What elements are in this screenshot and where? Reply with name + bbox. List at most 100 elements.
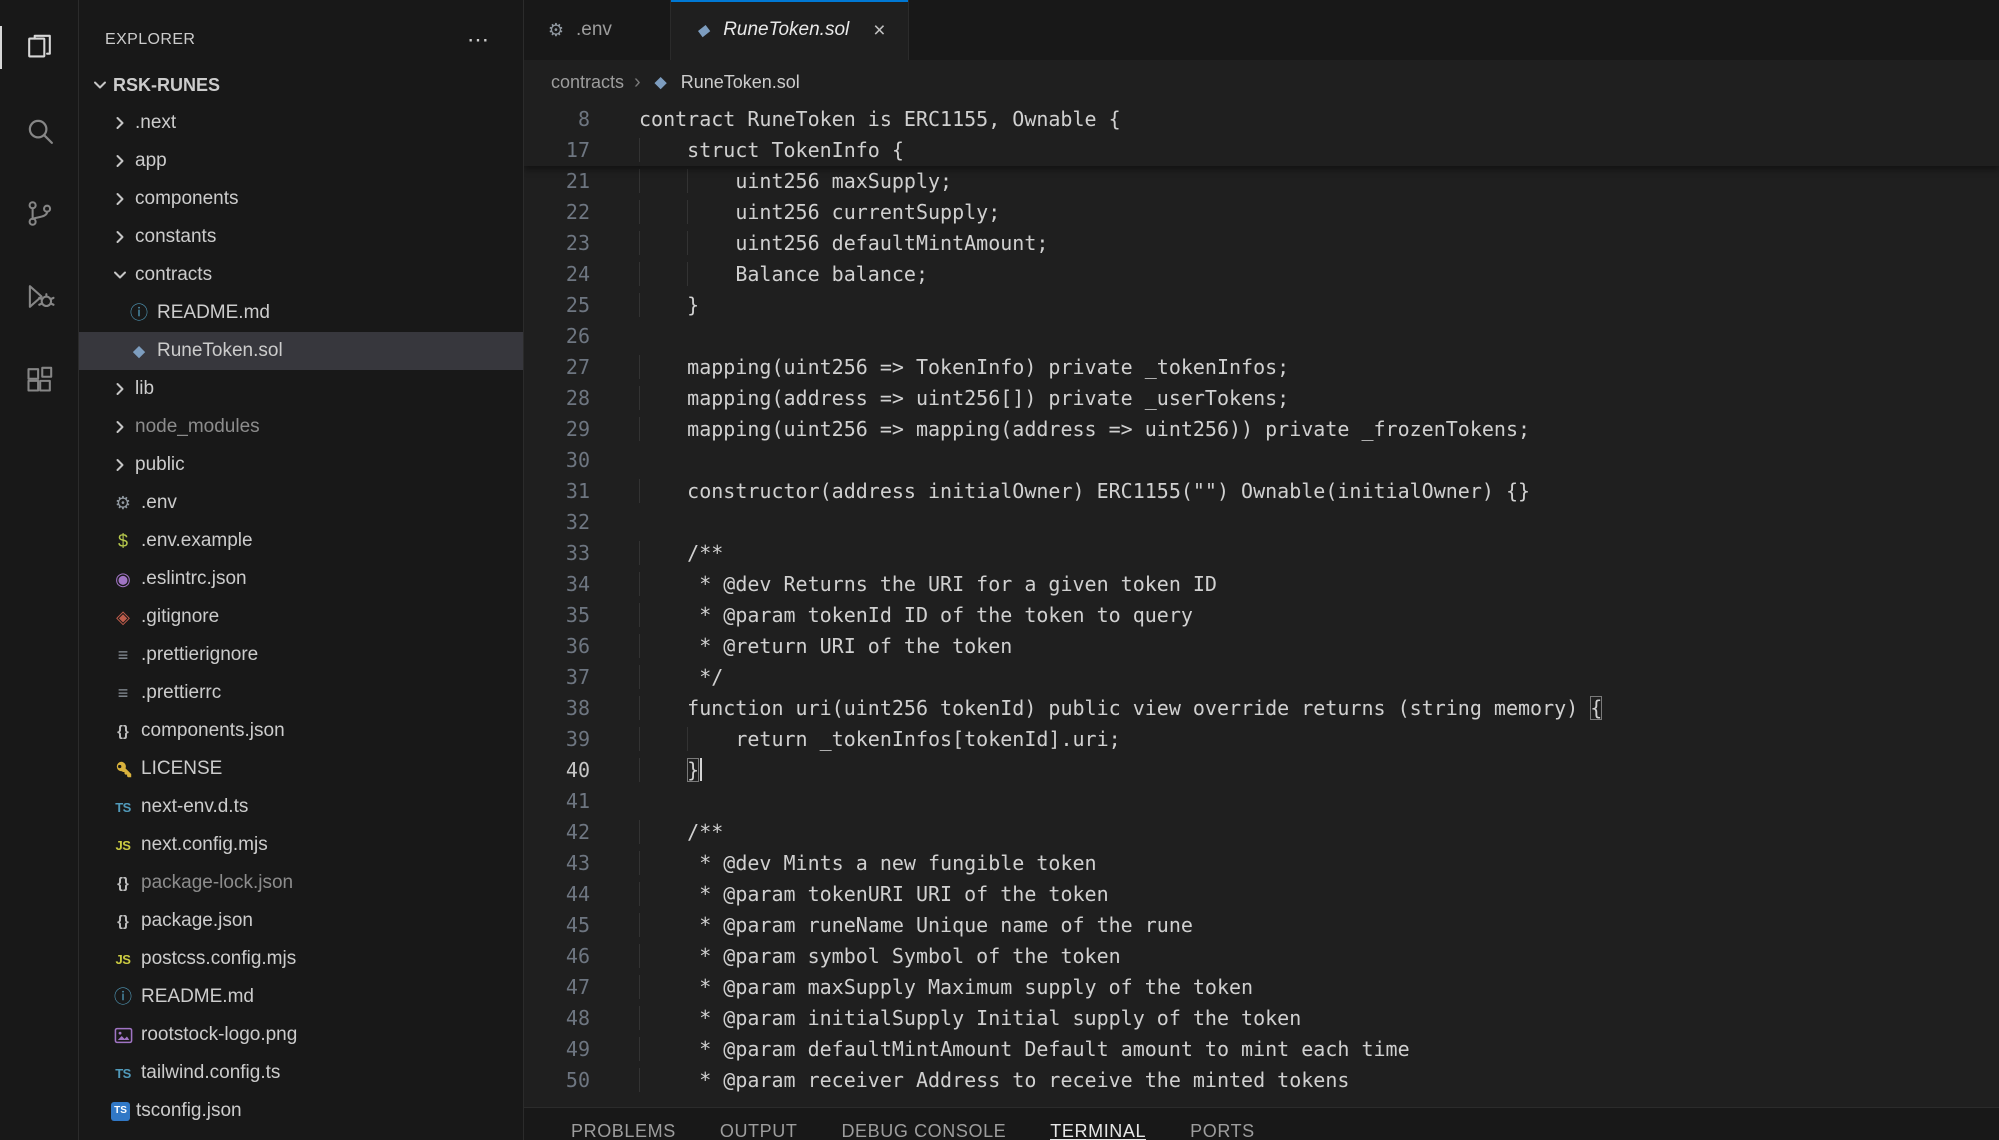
tree-item-license[interactable]: LICENSE: [79, 750, 523, 788]
code-line[interactable]: 25 }: [524, 290, 1999, 321]
code-line[interactable]: 45 * @param runeName Unique name of the …: [524, 910, 1999, 941]
code-line[interactable]: 47 * @param maxSupply Maximum supply of …: [524, 972, 1999, 1003]
panel-tab-problems[interactable]: PROBLEMS: [571, 1121, 676, 1140]
search-icon[interactable]: [0, 89, 79, 172]
code-line[interactable]: 39 return _tokenInfos[tokenId].uri;: [524, 724, 1999, 755]
explorer-icon[interactable]: [0, 6, 79, 89]
breadcrumb-item[interactable]: contracts: [551, 72, 624, 93]
tree-item-tsconfig-json[interactable]: TStsconfig.json: [79, 1092, 523, 1130]
chevron-right-icon: [109, 112, 131, 134]
tree-item-readme-md[interactable]: ⓘREADME.md: [79, 978, 523, 1016]
close-icon[interactable]: ×: [873, 20, 885, 41]
code-line[interactable]: 34 * @dev Returns the URI for a given to…: [524, 569, 1999, 600]
code-line[interactable]: 36 * @return URI of the token: [524, 631, 1999, 662]
file-label: .gitignore: [141, 606, 219, 628]
chevron-down-icon: [109, 264, 131, 286]
line-number: 41: [524, 786, 590, 817]
tab-env[interactable]: ⚙.env×: [524, 0, 671, 60]
code-line[interactable]: 31 constructor(address initialOwner) ERC…: [524, 476, 1999, 507]
folder-label: constants: [135, 226, 216, 248]
code-line[interactable]: 49 * @param defaultMintAmount Default am…: [524, 1034, 1999, 1065]
project-root[interactable]: RSK-RUNES: [79, 66, 523, 104]
tab-label: .env: [576, 19, 612, 41]
line-number: 42: [524, 817, 590, 848]
code-line[interactable]: 22 uint256 currentSupply;: [524, 197, 1999, 228]
code-text: /**: [590, 817, 723, 848]
code-line[interactable]: 8contract RuneToken is ERC1155, Ownable …: [524, 104, 1999, 135]
tree-item-constants[interactable]: constants: [79, 218, 523, 256]
more-actions-icon[interactable]: ⋯: [467, 29, 489, 51]
tree-item-public[interactable]: public: [79, 446, 523, 484]
code-text: * @dev Returns the URI for a given token…: [590, 569, 1217, 600]
code-line[interactable]: 40 }: [524, 755, 1999, 786]
file-label: .prettierrc: [141, 682, 221, 704]
tree-item-gitignore[interactable]: ◈.gitignore: [79, 598, 523, 636]
code-line[interactable]: 33 /**: [524, 538, 1999, 569]
tree-item-app[interactable]: app: [79, 142, 523, 180]
code-line[interactable]: 43 * @dev Mints a new fungible token: [524, 848, 1999, 879]
tree-item-readme-md[interactable]: ⓘREADME.md: [79, 294, 523, 332]
tree-item-env-example[interactable]: $ .env.example: [79, 522, 523, 560]
code-line[interactable]: 46 * @param symbol Symbol of the token: [524, 941, 1999, 972]
tree-item-package-lock-json[interactable]: {}package-lock.json: [79, 864, 523, 902]
code-line[interactable]: 37 */: [524, 662, 1999, 693]
code-text: * @param runeName Unique name of the run…: [590, 910, 1193, 941]
code-line[interactable]: 26: [524, 321, 1999, 352]
code-line[interactable]: 21 uint256 maxSupply;: [524, 166, 1999, 197]
code-text: constructor(address initialOwner) ERC115…: [590, 476, 1530, 507]
code-line[interactable]: 44 * @param tokenURI URI of the token: [524, 879, 1999, 910]
tree-item-next-config-mjs[interactable]: JSnext.config.mjs: [79, 826, 523, 864]
code-line[interactable]: 28 mapping(address => uint256[]) private…: [524, 383, 1999, 414]
tree-item-components[interactable]: components: [79, 180, 523, 218]
code-line[interactable]: 29 mapping(uint256 => mapping(address =>…: [524, 414, 1999, 445]
code-line[interactable]: 50 * @param receiver Address to receive …: [524, 1065, 1999, 1096]
file-label: tsconfig.json: [136, 1100, 242, 1122]
file-label: .eslintrc.json: [141, 568, 247, 590]
code-text: struct TokenInfo {: [590, 135, 904, 166]
tree-item-env[interactable]: ⚙.env: [79, 484, 523, 522]
tree-item-rootstock-logo-png[interactable]: rootstock-logo.png: [79, 1016, 523, 1054]
extensions-icon[interactable]: [0, 338, 79, 421]
tree-item-eslintrc-json[interactable]: ◉.eslintrc.json: [79, 560, 523, 598]
panel-tab-ports[interactable]: PORTS: [1190, 1121, 1255, 1140]
dollar-icon: $: [111, 529, 135, 553]
panel-tab-debug-console[interactable]: DEBUG CONSOLE: [841, 1121, 1006, 1140]
tree-item-postcss-config-mjs[interactable]: JSpostcss.config.mjs: [79, 940, 523, 978]
panel-tab-output[interactable]: OUTPUT: [720, 1121, 798, 1140]
tree-item-package-json[interactable]: {}package.json: [79, 902, 523, 940]
code-line[interactable]: 24 Balance balance;: [524, 259, 1999, 290]
code-line[interactable]: 32: [524, 507, 1999, 538]
tree-item-prettierignore[interactable]: ≡.prettierignore: [79, 636, 523, 674]
tree-item-components-json[interactable]: {}components.json: [79, 712, 523, 750]
file-label: next-env.d.ts: [141, 796, 248, 818]
file-label: .env.example: [141, 530, 253, 552]
code-line[interactable]: 41: [524, 786, 1999, 817]
code-line[interactable]: 23 uint256 defaultMintAmount;: [524, 228, 1999, 259]
tree-item-contracts[interactable]: contracts: [79, 256, 523, 294]
gear-icon: ⚙: [111, 491, 135, 515]
tree-item-next[interactable]: .next: [79, 104, 523, 142]
tab-runetoken-sol[interactable]: ◆RuneToken.sol×: [671, 0, 908, 60]
source-control-icon[interactable]: [0, 172, 79, 255]
code-line[interactable]: 42 /**: [524, 817, 1999, 848]
breadcrumb-item[interactable]: RuneToken.sol: [681, 72, 800, 93]
tree-item-lib[interactable]: lib: [79, 370, 523, 408]
tree-item-next-env-d-ts[interactable]: TSnext-env.d.ts: [79, 788, 523, 826]
file-label: README.md: [141, 986, 254, 1008]
chevron-right-icon: [109, 226, 131, 248]
key-icon: [111, 757, 135, 781]
run-debug-icon[interactable]: [0, 255, 79, 338]
code-line[interactable]: 38 function uri(uint256 tokenId) public …: [524, 693, 1999, 724]
tree-item-prettierrc[interactable]: ≡.prettierrc: [79, 674, 523, 712]
tree-item-tailwind-config-ts[interactable]: TStailwind.config.ts: [79, 1054, 523, 1092]
code-line[interactable]: 30: [524, 445, 1999, 476]
code-editor[interactable]: 8contract RuneToken is ERC1155, Ownable …: [524, 104, 1999, 1107]
tree-item-node-modules[interactable]: node_modules: [79, 408, 523, 446]
code-line[interactable]: 35 * @param tokenId ID of the token to q…: [524, 600, 1999, 631]
code-text: uint256 maxSupply;: [590, 166, 952, 197]
code-line[interactable]: 48 * @param initialSupply Initial supply…: [524, 1003, 1999, 1034]
code-line[interactable]: 27 mapping(uint256 => TokenInfo) private…: [524, 352, 1999, 383]
tree-item-runetoken-sol[interactable]: ◆RuneToken.sol: [79, 332, 523, 370]
panel-tab-terminal[interactable]: TERMINAL: [1050, 1121, 1146, 1140]
code-line[interactable]: 17 struct TokenInfo {: [524, 135, 1999, 166]
